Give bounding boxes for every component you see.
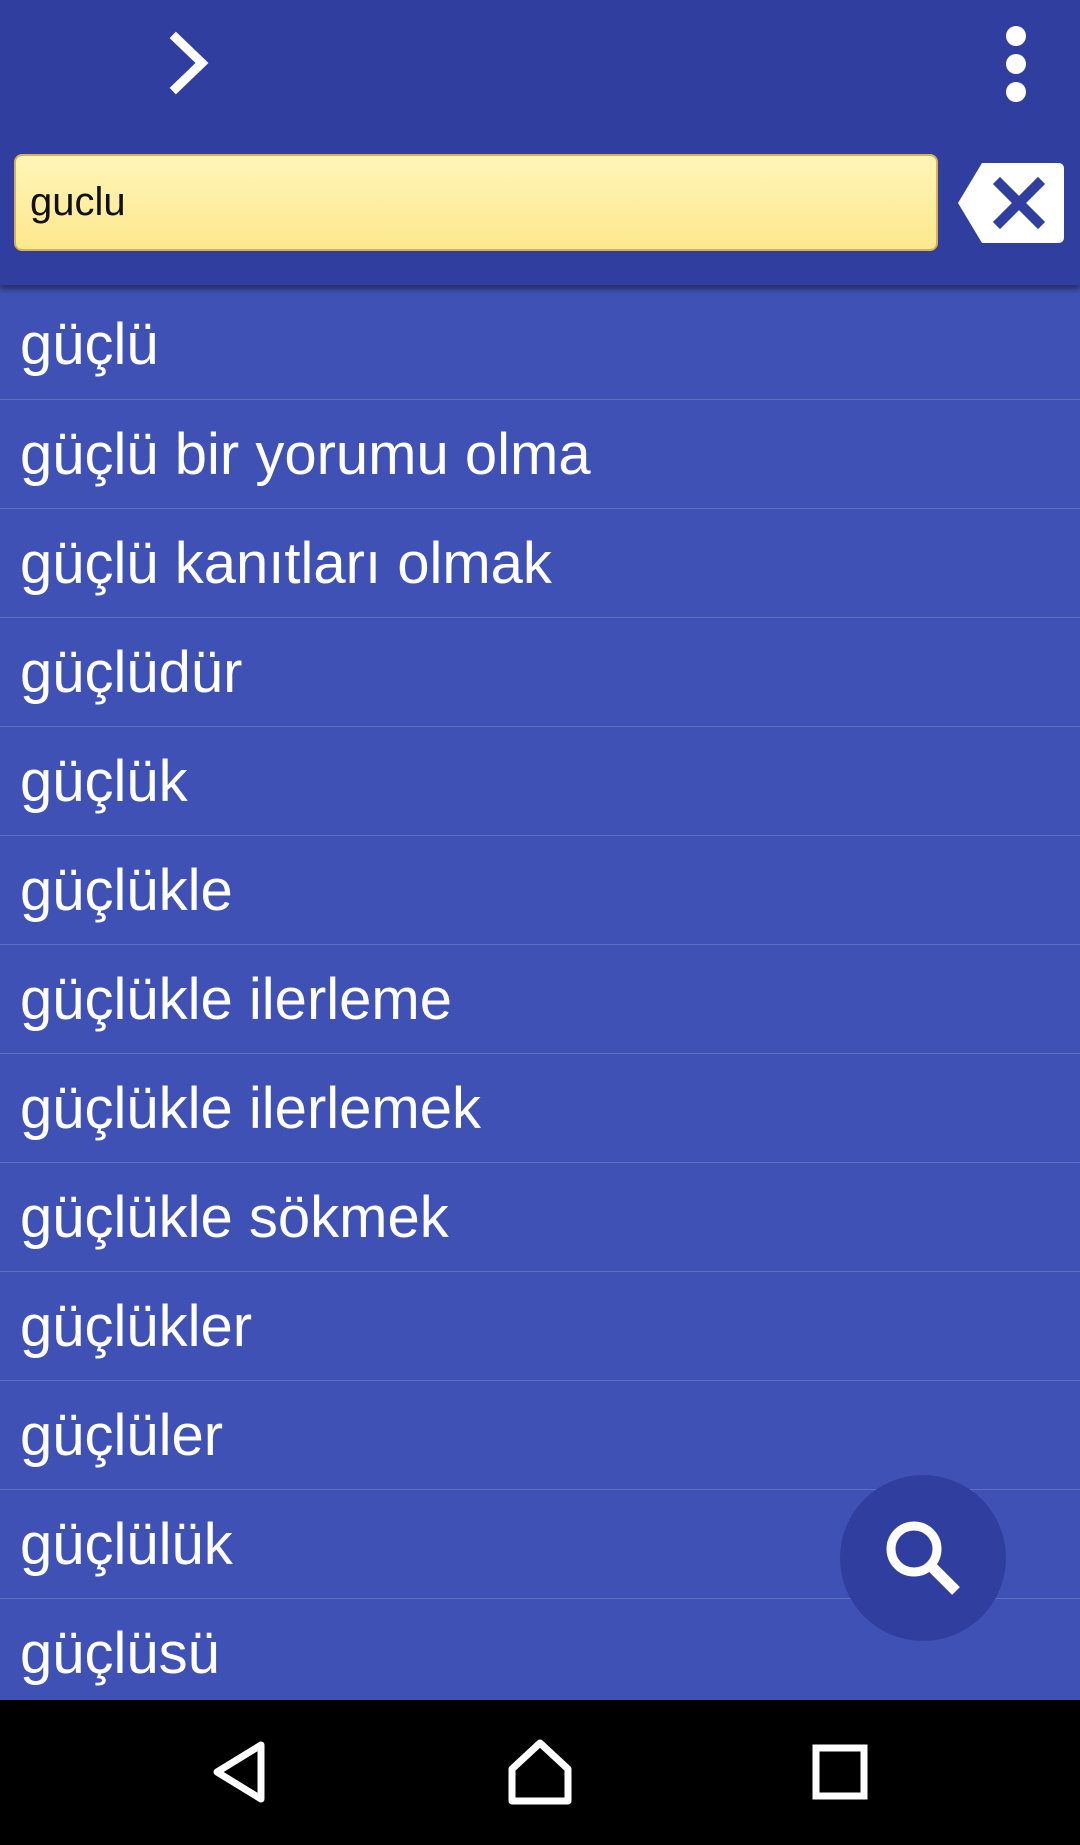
back-triangle-icon <box>213 1741 265 1803</box>
list-item[interactable]: güçlüdür <box>0 618 1080 727</box>
toolbar <box>0 0 1080 285</box>
list-item[interactable]: güçlükle ilerleme <box>0 945 1080 1054</box>
list-item[interactable]: güçlü <box>0 290 1080 400</box>
home-icon <box>508 1739 572 1805</box>
list-item[interactable]: güçlükle <box>0 836 1080 945</box>
chevron-right-icon[interactable] <box>158 28 222 98</box>
system-nav-bar <box>0 1700 1080 1845</box>
list-item[interactable]: güçlüler <box>0 1381 1080 1490</box>
recents-square-icon <box>812 1744 868 1800</box>
clear-search-button[interactable] <box>956 160 1066 246</box>
search-fab-button[interactable] <box>840 1475 1006 1641</box>
back-button[interactable] <box>190 1722 290 1822</box>
list-item[interactable]: güçlükle ilerlemek <box>0 1054 1080 1163</box>
app-root: güçlü güçlü bir yorumu olma güçlü kanıtl… <box>0 0 1080 1845</box>
home-button[interactable] <box>490 1722 590 1822</box>
recents-button[interactable] <box>790 1722 890 1822</box>
list-item[interactable]: güçlükler <box>0 1272 1080 1381</box>
search-input[interactable] <box>30 180 910 225</box>
search-icon <box>886 1521 960 1595</box>
list-item[interactable]: güçlü kanıtları olmak <box>0 509 1080 618</box>
more-vert-icon[interactable] <box>988 22 1044 106</box>
backspace-clear-icon <box>958 163 1064 243</box>
list-item[interactable]: güçlük <box>0 727 1080 836</box>
list-item[interactable]: güçlükle sökmek <box>0 1163 1080 1272</box>
list-item[interactable]: güçlü bir yorumu olma <box>0 400 1080 509</box>
search-field[interactable] <box>14 154 938 251</box>
